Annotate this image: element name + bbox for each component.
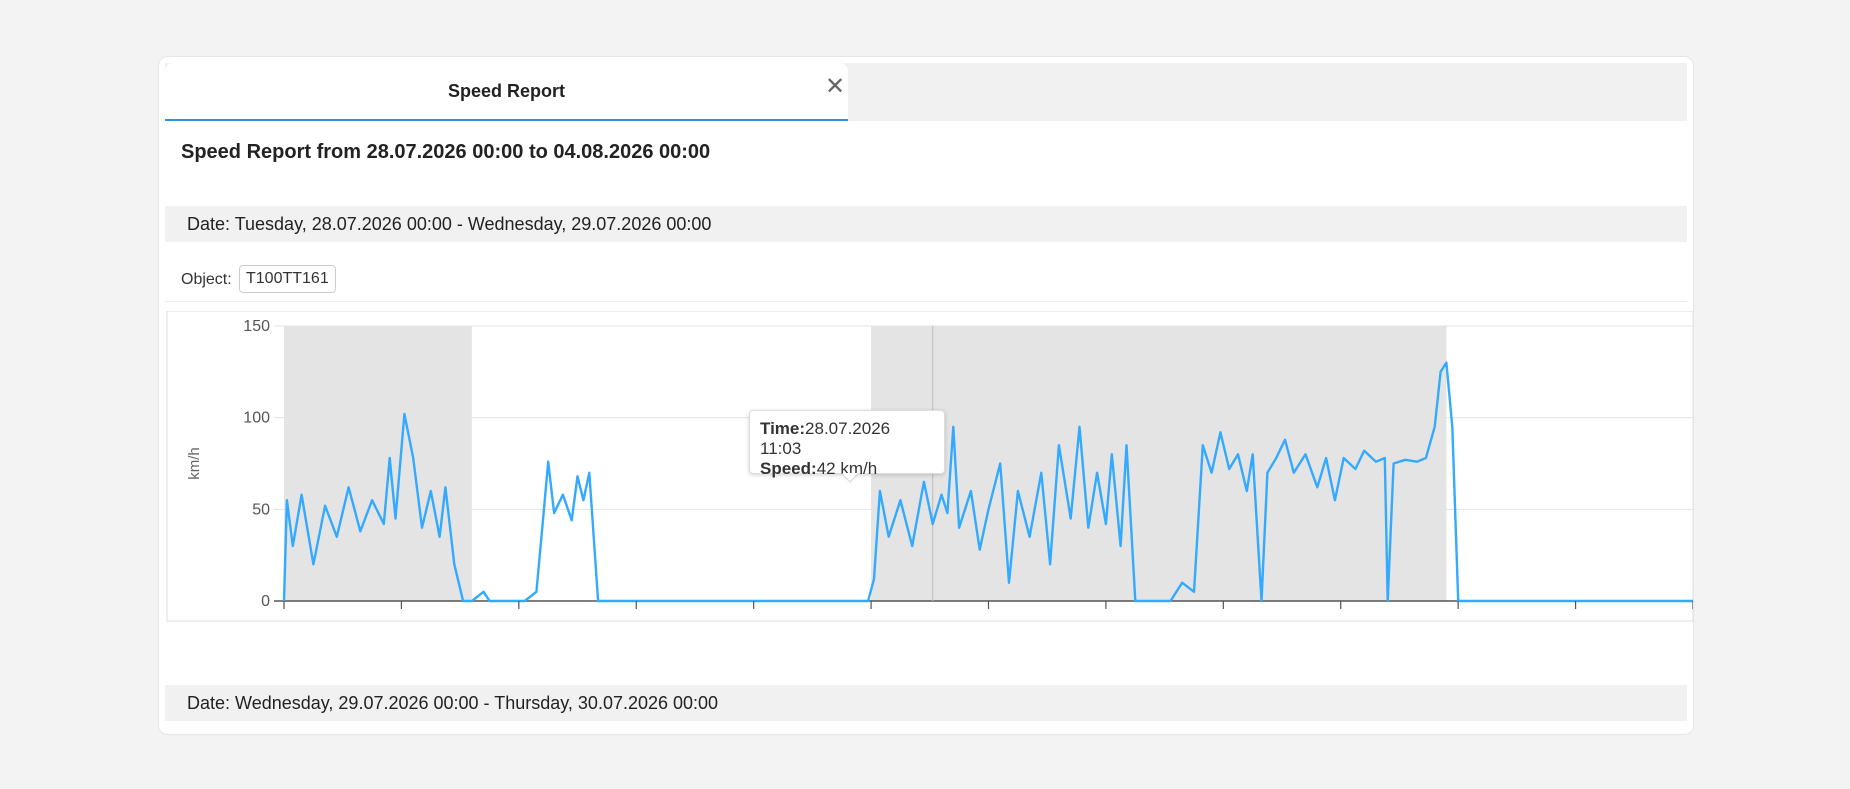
divider bbox=[165, 301, 1687, 302]
y-tick-label: 50 bbox=[252, 501, 270, 518]
tooltip-arrow bbox=[842, 473, 858, 481]
tab-speed-report[interactable]: Speed Report ✕ bbox=[165, 63, 848, 121]
y-axis-label: km/h bbox=[186, 447, 203, 480]
tab-bar: Speed Report ✕ bbox=[165, 63, 1687, 121]
shaded-band bbox=[871, 326, 1447, 601]
date-row: Date: Wednesday, 29.07.2026 00:00 - Thur… bbox=[165, 685, 1687, 721]
object-label: Object: bbox=[181, 271, 232, 288]
chart-tooltip: Time:28.07.2026 11:03 Speed:42 km/h bbox=[749, 410, 945, 483]
report-title: Speed Report from 28.07.2026 00:00 to 04… bbox=[181, 141, 711, 163]
y-tick-label: 0 bbox=[261, 593, 270, 610]
date-row-label: Date: Tuesday, 28.07.2026 00:00 - Wednes… bbox=[187, 214, 712, 234]
tab-label: Speed Report bbox=[447, 81, 566, 101]
tooltip-speed-label: Speed: bbox=[760, 459, 817, 478]
y-tick-label: 150 bbox=[243, 318, 270, 335]
object-value-badge: T100TT161 bbox=[239, 265, 336, 293]
y-tick-label: 100 bbox=[243, 410, 270, 427]
close-icon[interactable]: ✕ bbox=[825, 75, 845, 99]
report-panel: Speed Report ✕ Speed Report from 28.07.2… bbox=[158, 56, 1694, 735]
tooltip-time-label: Time: bbox=[760, 419, 806, 438]
date-row-label: Date: Wednesday, 29.07.2026 00:00 - Thur… bbox=[187, 693, 719, 713]
date-row: Date: Tuesday, 28.07.2026 00:00 - Wednes… bbox=[165, 206, 1687, 242]
